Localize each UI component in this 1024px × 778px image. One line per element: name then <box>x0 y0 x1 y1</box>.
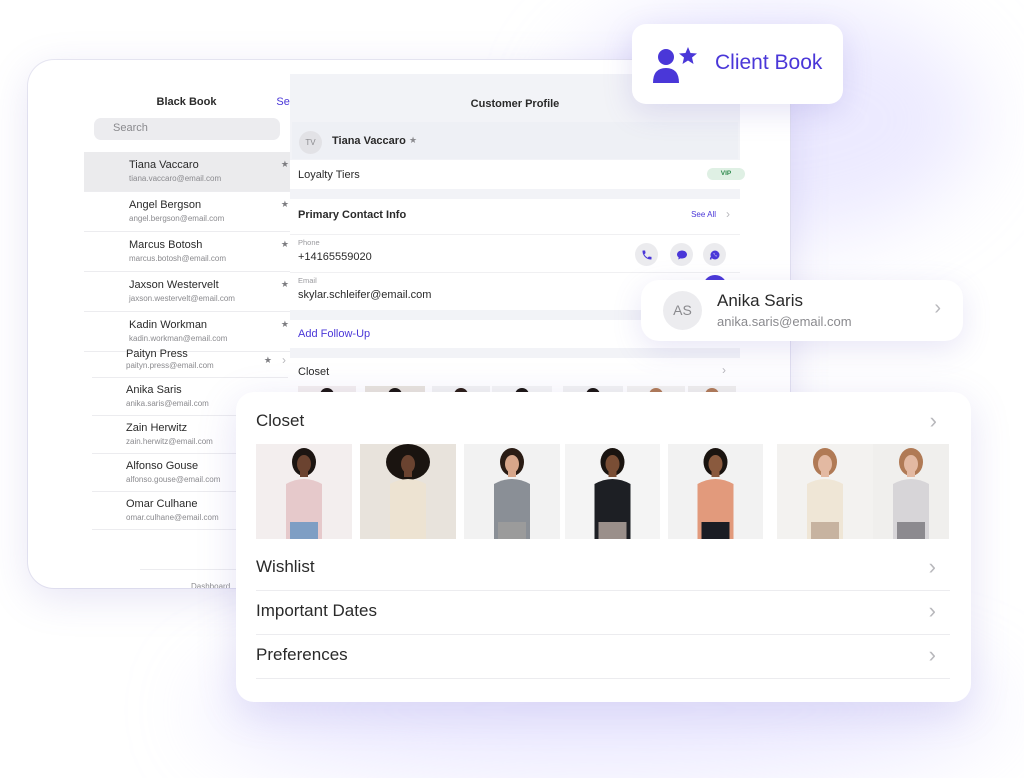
contact-email: paityn.press@email.com <box>126 361 214 370</box>
primary-contact-header: Primary Contact Info See All › <box>290 199 740 234</box>
clothing-photo-figure <box>697 448 734 539</box>
add-follow-up-link[interactable]: Add Follow-Up <box>298 328 370 340</box>
contact-list-item[interactable]: Marcus Botoshmarcus.botosh@email.com★› <box>84 232 316 272</box>
star-icon[interactable]: ★ <box>281 239 289 250</box>
loyalty-tiers-label: Loyalty Tiers <box>298 169 360 181</box>
closet-section-row[interactable]: Important Dates › <box>256 591 950 635</box>
contact-email: zain.herwitz@email.com <box>126 437 213 446</box>
closet-photo[interactable] <box>777 444 873 539</box>
email-value: skylar.schleifer@email.com <box>298 289 432 301</box>
phone-value: +14165559020 <box>298 251 372 263</box>
profile-header: TV Tiana Vaccaro ★ <box>292 122 738 159</box>
contact-list-item[interactable]: Paityn Press paityn.press@email.com ★ › <box>92 348 288 378</box>
client-book-icon <box>653 47 697 83</box>
star-icon[interactable]: ★ <box>264 355 272 366</box>
customer-profile-panel: Customer Profile TV Tiana Vaccaro ★ Loya… <box>290 74 745 414</box>
closet-title[interactable]: Closet <box>256 411 304 431</box>
contact-name: Jaxson Westervelt <box>129 279 219 291</box>
clothing-photo-figure <box>807 448 843 539</box>
contact-email: anika.saris@email.com <box>717 314 852 329</box>
clothing-photo-figure <box>594 448 631 539</box>
closet-photo[interactable] <box>668 444 763 539</box>
avatar: TV <box>299 131 322 154</box>
contact-name: Marcus Botosh <box>129 239 203 251</box>
contact-name: Tiana Vaccaro <box>129 159 199 171</box>
row-label: Important Dates <box>256 601 377 620</box>
star-icon[interactable]: ★ <box>409 135 417 146</box>
contact-email: jaxson.westervelt@email.com <box>129 294 235 303</box>
closet-card: Closet › Wishlist › Important Dates › Prefer… <box>236 392 971 702</box>
contact-email: tiana.vaccaro@email.com <box>129 174 222 183</box>
vip-badge: VIP <box>707 168 745 180</box>
contact-list-item[interactable]: Jaxson Westervelt jaxson.westervelt@email… <box>84 272 316 312</box>
contact-name: Zain Herwitz <box>126 422 188 434</box>
client-book-card[interactable]: Client Book <box>632 24 843 104</box>
loyalty-tiers-row[interactable]: Loyalty Tiers VIP <box>290 160 745 189</box>
contact-card-anika[interactable]: AS Anika Saris anika.saris@email.com › <box>641 280 963 341</box>
black-book-title: Black Book <box>156 96 217 108</box>
chevron-right-icon: › <box>928 642 936 667</box>
phone-row: Phone +14165559020 <box>290 234 740 272</box>
clothing-photo-figure <box>893 448 929 539</box>
contact-list-item[interactable]: Tiana Vaccarotiana.vaccaro@email.com★› <box>84 152 316 192</box>
message-icon <box>676 250 687 259</box>
contact-email: kadin.workman@email.com <box>129 334 228 343</box>
primary-contact-label: Primary Contact Info <box>298 209 407 221</box>
star-icon[interactable]: ★ <box>281 279 289 290</box>
closet-label: Closet <box>298 366 330 378</box>
contact-email: omar.culhane@email.com <box>126 513 219 522</box>
contact-list-item[interactable]: Kadin Workmankadin.workman@email.com★› <box>84 312 316 352</box>
contact-email: alfonso.gouse@email.com <box>126 475 221 484</box>
search-input[interactable]: Search <box>94 118 280 140</box>
message-button[interactable] <box>670 243 693 266</box>
chevron-right-icon[interactable]: › <box>930 408 937 434</box>
closet-photo[interactable] <box>873 444 949 539</box>
phone-label: Phone <box>298 238 320 247</box>
contact-name: Kadin Workman <box>129 319 208 331</box>
closet-photo[interactable] <box>360 444 456 539</box>
contact-name: Omar Culhane <box>126 498 198 510</box>
row-label: Preferences <box>256 645 348 664</box>
clothing-photo-figure <box>386 444 430 539</box>
clothing-photo-figure <box>286 448 322 539</box>
contact-email: marcus.botosh@email.com <box>129 254 227 263</box>
contact-name: Anika Saris <box>126 384 182 396</box>
chevron-right-icon: › <box>282 353 286 367</box>
stage: Black Book Select Search Tiana Vaccaroti… <box>0 0 1024 778</box>
whatsapp-icon <box>709 250 719 260</box>
chevron-right-icon: › <box>928 554 936 579</box>
row-label: Wishlist <box>256 557 315 576</box>
contact-list-item[interactable]: Angel Bergsonangel.bergson@email.com★› <box>84 192 316 232</box>
tab-dashboard[interactable]: Dashboard <box>191 582 230 588</box>
chevron-right-icon: › <box>726 207 730 221</box>
star-icon[interactable]: ★ <box>281 199 289 210</box>
call-button[interactable] <box>635 243 658 266</box>
closet-photo[interactable] <box>256 444 352 539</box>
client-book-label: Client Book <box>715 51 823 74</box>
contact-name: Alfonso Gouse <box>126 460 199 472</box>
contact-email: anika.saris@email.com <box>126 399 209 408</box>
avatar: AS <box>663 291 702 330</box>
contact-name: Paityn Press <box>126 348 188 360</box>
email-label: Email <box>298 276 317 285</box>
chevron-right-icon: › <box>934 297 941 319</box>
contact-name: Anika Saris <box>717 291 803 310</box>
star-icon[interactable]: ★ <box>281 319 289 330</box>
chevron-right-icon: › <box>722 363 726 377</box>
phone-icon <box>642 250 651 259</box>
profile-name: Tiana Vaccaro <box>332 135 406 147</box>
chevron-right-icon: › <box>928 598 936 623</box>
whatsapp-button[interactable] <box>703 243 726 266</box>
closet-photo[interactable] <box>565 444 660 539</box>
contact-email: angel.bergson@email.com <box>129 214 225 223</box>
closet-section-row[interactable]: Preferences › <box>256 635 950 679</box>
contact-name: Angel Bergson <box>129 199 202 211</box>
clothing-photo-figure <box>494 448 530 539</box>
closet-section-row[interactable]: Wishlist › <box>256 547 950 591</box>
closet-photo[interactable] <box>464 444 560 539</box>
see-all-link[interactable]: See All <box>691 210 716 219</box>
star-icon[interactable]: ★ <box>281 159 289 170</box>
